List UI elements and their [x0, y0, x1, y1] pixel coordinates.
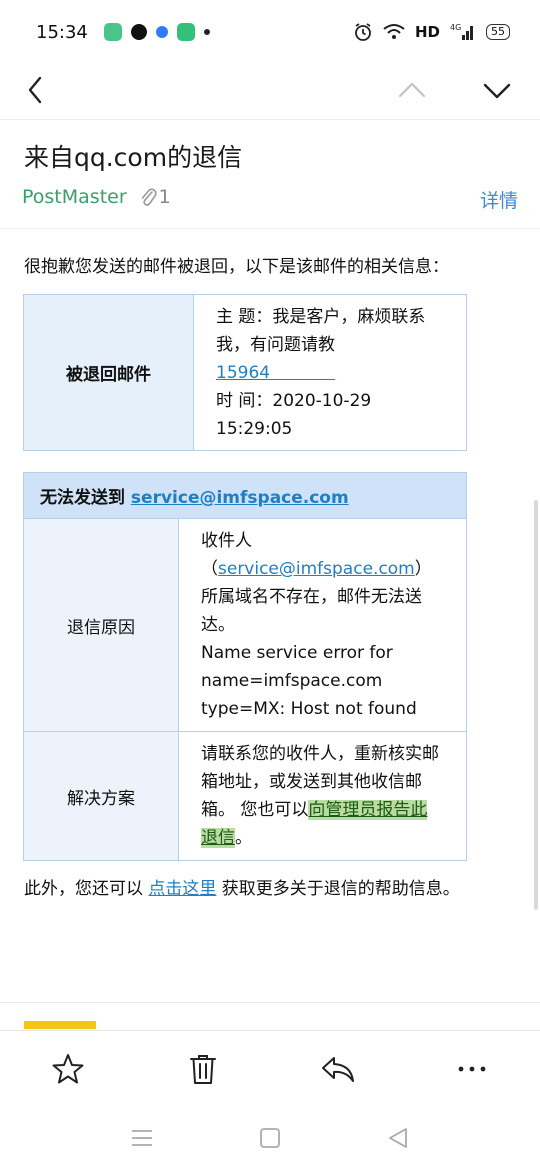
- returned-subject-link[interactable]: 15964: [216, 363, 335, 383]
- app-notification-icon: [176, 23, 195, 41]
- failure-email-link[interactable]: service@imfspace.com: [131, 488, 349, 508]
- returned-mail-label: 被退回邮件: [23, 294, 194, 451]
- returned-time: 时 间：2020-10-29 15:29:05: [216, 390, 372, 439]
- previous-mail-button[interactable]: [394, 72, 430, 108]
- returned-subject: 主 题：我是客户，麻烦联系我，有问题请教: [216, 306, 426, 355]
- system-nav-bar: [0, 1106, 540, 1170]
- next-mail-button[interactable]: [478, 72, 516, 110]
- failure-table: 无法发送到 service@imfspace.com 退信原因 收件人（serv…: [23, 472, 467, 861]
- details-button[interactable]: 详情: [480, 186, 518, 213]
- recent-apps-button[interactable]: [128, 1124, 156, 1152]
- back-button[interactable]: [22, 70, 62, 110]
- more-notifications-icon: [203, 29, 210, 35]
- sender-row: PostMaster 1: [22, 186, 171, 208]
- mail-nav-bar: [0, 64, 540, 120]
- decorative-bar: [24, 1021, 96, 1029]
- attachment-count: 1: [158, 186, 171, 208]
- failure-header: 无法发送到 service@imfspace.com: [23, 472, 467, 519]
- scrollbar[interactable]: [534, 500, 538, 910]
- status-bar: 15:34 HD 4G 55: [0, 0, 540, 64]
- reason-english: Name service error for name=imfspace.com…: [201, 643, 417, 719]
- reason-text: 收件人（service@imfspace.com）所属域名不存在，邮件无法送达。…: [178, 518, 467, 732]
- reply-button[interactable]: [318, 1049, 358, 1089]
- bottom-toolbar: [0, 1030, 540, 1106]
- solution-label: 解决方案: [23, 731, 179, 861]
- battery-level: 55: [486, 24, 510, 40]
- mail-subject: 来自qq.com的退信: [24, 143, 243, 172]
- help-link[interactable]: 点击这里: [148, 879, 216, 899]
- divider: [0, 228, 540, 229]
- returned-mail-info: 主 题：我是客户，麻烦联系我，有问题请教 15964 时 间：2020-10-2…: [193, 294, 467, 451]
- attachment-icon[interactable]: [139, 186, 157, 208]
- svg-text:4G: 4G: [450, 23, 461, 32]
- q-app-icon: [130, 24, 147, 40]
- network-type: HD: [414, 23, 440, 41]
- alarm-icon: [355, 23, 371, 41]
- reason-email-link[interactable]: service@imfspace.com: [218, 559, 415, 579]
- divider: [0, 1002, 540, 1003]
- signal-icon: 4G: [450, 23, 473, 40]
- home-button[interactable]: [256, 1124, 284, 1152]
- wifi-icon: [383, 24, 405, 39]
- status-time: 15:34: [36, 21, 88, 43]
- returned-mail-table: 被退回邮件 主 题：我是客户，麻烦联系我，有问题请教 15964 时 间：202…: [23, 294, 467, 451]
- solution-text: 请联系您的收件人，重新核实邮箱地址，或发送到其他收信邮箱。 您也可以向管理员报告…: [178, 731, 467, 861]
- outro-text: 此外，您还可以 点击这里 获取更多关于退信的帮助信息。: [24, 879, 460, 899]
- sender-name[interactable]: PostMaster: [22, 186, 127, 208]
- system-back-button[interactable]: [384, 1124, 412, 1152]
- reason-label: 退信原因: [23, 518, 179, 732]
- star-button[interactable]: [48, 1049, 88, 1089]
- delete-button[interactable]: [183, 1049, 223, 1089]
- app-notification-icon: [103, 23, 122, 41]
- more-button[interactable]: [452, 1049, 492, 1089]
- app-notification-icon: [155, 26, 168, 38]
- intro-text: 很抱歉您发送的邮件被退回，以下是该邮件的相关信息：: [24, 257, 449, 277]
